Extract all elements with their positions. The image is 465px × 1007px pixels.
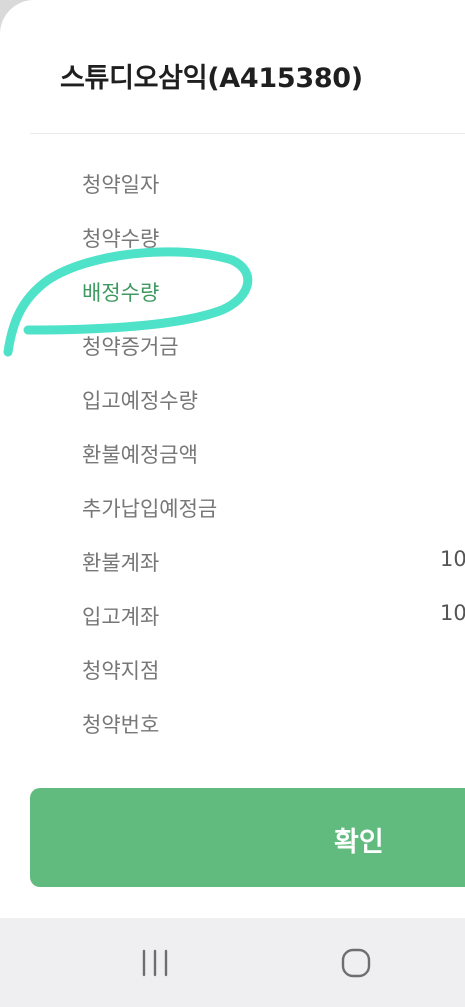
screen: 스튜디오삼익(A415380) 청약일자 청약수량 배정수량 청약증거금 입고예…	[0, 0, 465, 1007]
system-navigation-bar	[0, 918, 465, 1007]
row-expected-refund-amount: 환불예정금액	[82, 433, 465, 473]
row-deposit-account: 입고계좌 10	[82, 595, 465, 635]
row-additional-payment: 추가납입예정금	[82, 487, 465, 527]
row-subscription-date: 청약일자	[82, 163, 465, 203]
row-label: 청약증거금	[82, 335, 179, 359]
row-subscription-quantity: 청약수량	[82, 217, 465, 257]
row-label: 청약수량	[82, 227, 160, 251]
row-value: 10	[440, 547, 465, 571]
row-subscription-branch: 청약지점	[82, 649, 465, 689]
row-label: 청약번호	[82, 713, 160, 737]
row-label: 환불계좌	[82, 551, 160, 575]
row-value: 10	[440, 601, 465, 625]
home-icon[interactable]	[338, 946, 374, 980]
dialog-title: 스튜디오삼익(A415380)	[60, 63, 363, 94]
row-label: 입고예정수량	[82, 389, 198, 413]
divider	[30, 133, 465, 134]
row-label: 추가납입예정금	[82, 497, 218, 521]
row-deposit: 청약증거금	[82, 325, 465, 365]
row-refund-account: 환불계좌 10	[82, 541, 465, 581]
row-label: 입고계좌	[82, 605, 160, 629]
bottom-sheet-dialog: 스튜디오삼익(A415380) 청약일자 청약수량 배정수량 청약증거금 입고예…	[0, 0, 465, 918]
recent-apps-icon[interactable]	[138, 946, 174, 980]
row-label: 배정수량	[82, 281, 160, 305]
row-label: 청약지점	[82, 659, 160, 683]
confirm-button-label: 확인	[334, 827, 384, 857]
row-expected-delivery-quantity: 입고예정수량	[82, 379, 465, 419]
row-label: 청약일자	[82, 173, 160, 197]
row-allocated-quantity: 배정수량	[82, 271, 465, 311]
row-subscription-number: 청약번호	[82, 703, 465, 743]
row-label: 환불예정금액	[82, 443, 198, 467]
confirm-button[interactable]: 확인	[30, 788, 465, 887]
